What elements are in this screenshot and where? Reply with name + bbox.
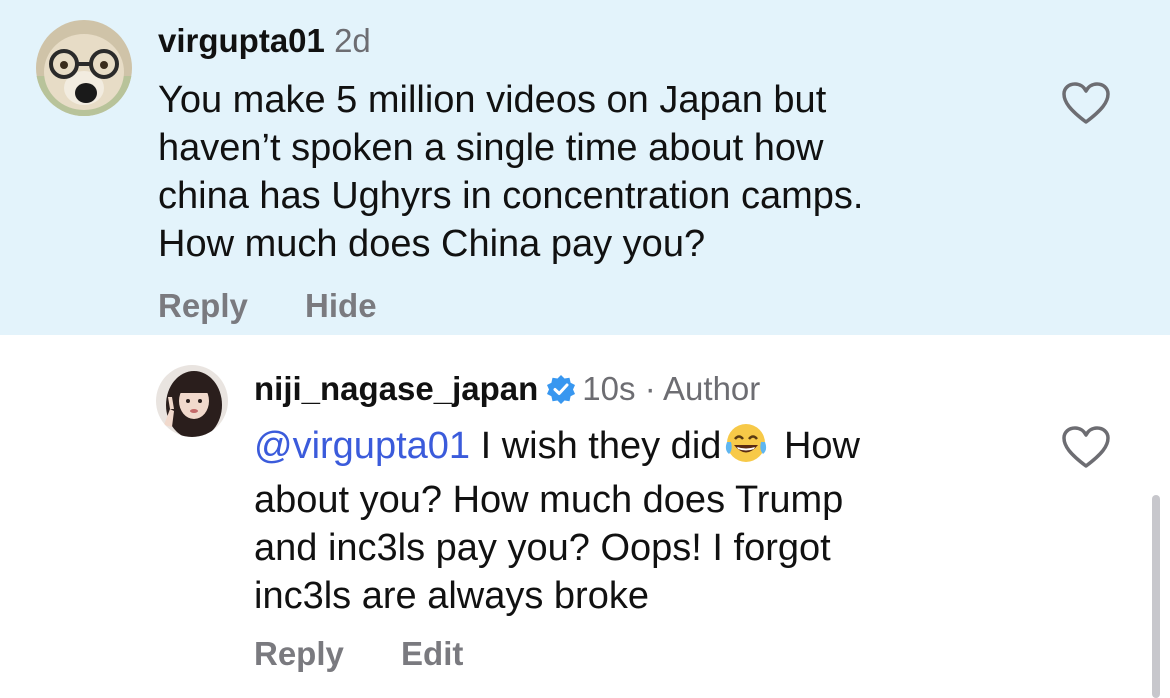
heart-outline-icon: [1062, 82, 1110, 124]
comment-actions: Reply Hide: [158, 287, 425, 325]
comment-line: @virgupta01 I wish they did How: [254, 422, 860, 476]
hide-button[interactable]: Hide: [305, 287, 377, 324]
heart-outline-icon: [1062, 426, 1110, 468]
like-button[interactable]: [1060, 424, 1112, 470]
comment-line: How much does China pay you?: [158, 223, 706, 265]
scrollbar[interactable]: [1152, 495, 1160, 698]
verified-badge-icon: [546, 374, 576, 412]
comment-line: You make 5 million videos on Japan but: [158, 79, 827, 121]
comment-text: You make 5 million videos on Japan but h…: [158, 76, 863, 268]
timestamp: 10s: [582, 370, 636, 407]
comments-panel: virgupta01 2d You make 5 million videos …: [0, 0, 1170, 698]
dog-with-glasses-avatar: [36, 20, 132, 116]
comment-line: haven’t spoken a single time about how: [158, 127, 824, 169]
avatar[interactable]: [36, 20, 132, 116]
edit-button[interactable]: Edit: [401, 635, 463, 672]
reply-button[interactable]: Reply: [158, 287, 248, 324]
comment-line-text: I wish they did: [470, 425, 722, 467]
like-button[interactable]: [1060, 80, 1112, 126]
woman-portrait-avatar: [156, 365, 228, 437]
avatar[interactable]: [156, 365, 228, 437]
timestamp: 2d: [334, 22, 371, 59]
comment-line: about you? How much does Trump: [254, 479, 844, 521]
laughing-tears-emoji: [723, 422, 769, 476]
comment-line: inc3ls are always broke: [254, 575, 649, 617]
author-label: Author: [663, 370, 761, 407]
comment-meta: niji_nagase_japan 10s · Author: [254, 370, 760, 412]
comment-meta: virgupta01 2d: [158, 22, 371, 60]
separator-dot: ·: [644, 370, 656, 407]
mention-link[interactable]: @virgupta01: [254, 425, 470, 467]
comment-line: and inc3ls pay you? Oops! I forgot: [254, 527, 831, 569]
comment-actions: Reply Edit: [254, 635, 511, 673]
comment-text: @virgupta01 I wish they did How about yo…: [254, 422, 860, 620]
reply-button[interactable]: Reply: [254, 635, 344, 672]
username[interactable]: virgupta01: [158, 22, 325, 59]
comment-line: china has Ughyrs in concentration camps.: [158, 175, 864, 217]
comment-line-text: How: [773, 425, 860, 467]
username[interactable]: niji_nagase_japan: [254, 370, 538, 407]
